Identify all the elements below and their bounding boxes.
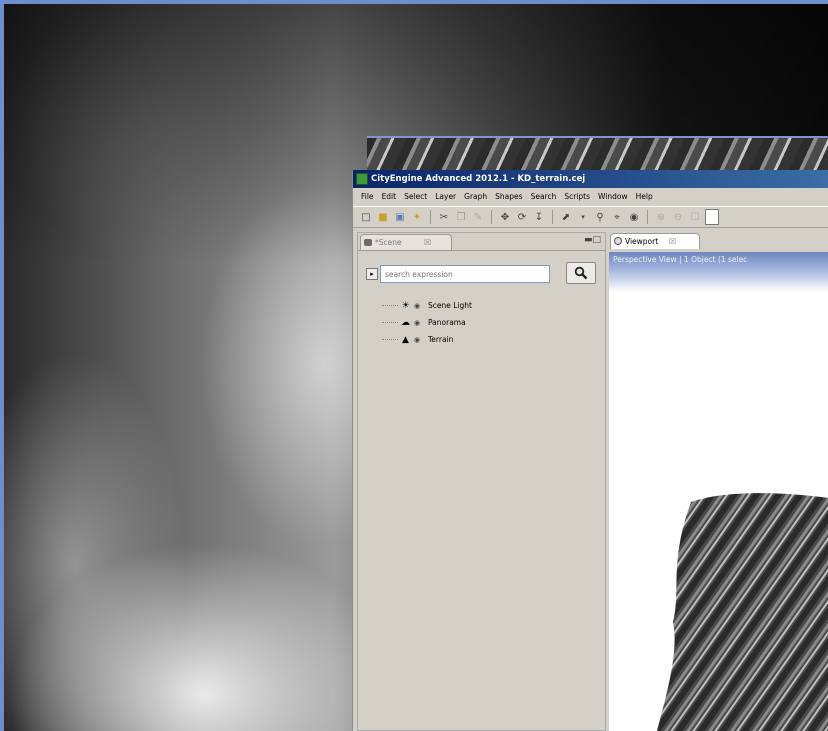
tree-item-panorama[interactable]: ☁ ◉ Panorama	[382, 314, 582, 331]
menu-edit[interactable]: Edit	[382, 189, 397, 204]
viewport-status-text: Perspective View | 1 Object (1 selec	[613, 255, 748, 264]
scene-panel: *Scene ☒ ▬□ ▸ ☀ ◉ Scene Light ☁	[357, 232, 606, 731]
menu-bar: File Edit Select Layer Graph Shapes Sear…	[353, 189, 828, 204]
copy-icon[interactable]: ❐	[454, 210, 468, 224]
menu-layer[interactable]: Layer	[435, 189, 456, 204]
tab-viewport[interactable]: Viewport ☒	[610, 233, 700, 249]
close-icon[interactable]: ☒	[424, 235, 431, 250]
tree-item-terrain[interactable]: ▲ ◉ Terrain	[382, 331, 582, 348]
cityengine-app-icon	[356, 173, 368, 185]
cityengine-window: CityEngine Advanced 2012.1 - KD_terrain.…	[352, 170, 828, 731]
menu-select[interactable]: Select	[404, 189, 427, 204]
tree-item-label: Panorama	[428, 318, 466, 327]
viewport-panel: Viewport ☒ Perspective View | 1 Object (…	[609, 232, 828, 731]
terrain-model	[657, 493, 828, 731]
toolbar-separator	[647, 210, 648, 224]
toolbar-separator	[552, 210, 553, 224]
new-icon[interactable]: □	[359, 210, 373, 224]
close-icon[interactable]: ☒	[669, 234, 676, 249]
toolbar-separator	[491, 210, 492, 224]
main-toolbar: □ ■ ▣ ✦ ✂ ❐ ✎ ✥ ⟳ ↧ ⬈ ▾ ⚲ ⌖ ◉ ⊕ ⊖ ☐	[353, 206, 828, 228]
pin-icon[interactable]: ↧	[532, 210, 546, 224]
save-icon[interactable]: ▣	[393, 210, 407, 224]
eye-icon[interactable]: ◉	[414, 319, 424, 327]
panorama-icon: ☁	[401, 317, 410, 328]
window-title: CityEngine Advanced 2012.1 - KD_terrain.…	[371, 174, 586, 184]
scene-tree: ☀ ◉ Scene Light ☁ ◉ Panorama ▲ ◉ Terrain	[382, 297, 582, 348]
paste-icon[interactable]: ✎	[471, 210, 485, 224]
zoom-out-icon[interactable]: ⊖	[671, 210, 685, 224]
viewport-icon	[614, 237, 622, 245]
menu-file[interactable]: File	[361, 189, 374, 204]
frame-icon[interactable]: ⌖	[610, 210, 624, 224]
tree-item-label: Scene Light	[428, 301, 472, 310]
minimize-maximize-icon[interactable]: ▬□	[584, 235, 601, 245]
search-input[interactable]	[380, 265, 550, 283]
viewport-tab-label: Viewport	[625, 237, 659, 246]
viewport-canvas[interactable]	[609, 292, 828, 731]
search-icon	[574, 266, 588, 280]
rotate-icon[interactable]: ⟳	[515, 210, 529, 224]
toolbar-field[interactable]	[705, 209, 719, 225]
menu-search[interactable]: Search	[531, 189, 557, 204]
search-button[interactable]	[566, 262, 596, 284]
search-box: ▸	[366, 264, 550, 284]
scene-tab-label: *Scene	[375, 238, 402, 247]
menu-help[interactable]: Help	[636, 189, 653, 204]
wand-icon[interactable]: ✦	[410, 210, 424, 224]
sun-icon: ☀	[401, 300, 410, 311]
tree-item-label: Terrain	[428, 335, 454, 344]
select-arrow-icon[interactable]: ⬈	[559, 210, 573, 224]
window-titlebar[interactable]: CityEngine Advanced 2012.1 - KD_terrain.…	[353, 170, 828, 188]
menu-shapes[interactable]: Shapes	[495, 189, 522, 204]
node-icon[interactable]: ⚲	[593, 210, 607, 224]
move-icon[interactable]: ✥	[498, 210, 512, 224]
viewport-header: Perspective View | 1 Object (1 selec	[609, 252, 828, 292]
menu-window[interactable]: Window	[598, 189, 628, 204]
open-folder-icon[interactable]: ■	[376, 210, 390, 224]
eye-icon[interactable]: ◉	[414, 336, 424, 344]
terrain-icon: ▲	[402, 334, 409, 345]
tab-scene[interactable]: *Scene ☒	[360, 234, 452, 250]
dropdown-arrow-icon[interactable]: ▾	[576, 210, 590, 224]
cut-icon[interactable]: ✂	[437, 210, 451, 224]
terrain-texture-window	[367, 136, 828, 170]
tree-connector	[382, 339, 398, 340]
tree-item-scene-light[interactable]: ☀ ◉ Scene Light	[382, 297, 582, 314]
zoom-in-icon[interactable]: ⊕	[654, 210, 668, 224]
search-options-icon[interactable]: ▸	[366, 268, 378, 280]
tree-connector	[382, 305, 398, 306]
tree-connector	[382, 322, 398, 323]
scene-icon	[364, 239, 372, 246]
toolbar-separator	[430, 210, 431, 224]
scene-tab-row: *Scene ☒ ▬□	[358, 233, 605, 251]
menu-scripts[interactable]: Scripts	[564, 189, 590, 204]
menu-graph[interactable]: Graph	[464, 189, 487, 204]
lock-icon[interactable]: ☐	[688, 210, 702, 224]
eye-icon[interactable]: ◉	[414, 302, 424, 310]
zoom-icon[interactable]: ◉	[627, 210, 641, 224]
